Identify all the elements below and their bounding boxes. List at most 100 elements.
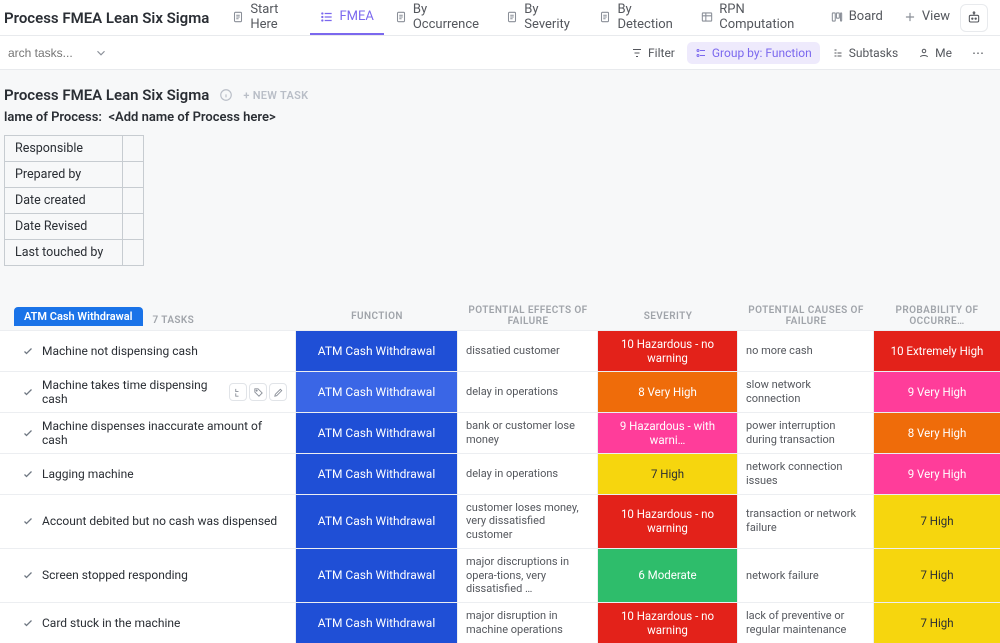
automations-button[interactable]	[960, 4, 988, 32]
process-name-value[interactable]: <Add name of Process here>	[108, 110, 275, 125]
severity-cell[interactable]: 10 Hazardous - no warning	[598, 603, 738, 643]
function-cell[interactable]: ATM Cash Withdrawal	[296, 549, 458, 602]
col-header-severity[interactable]: SEVERITY	[598, 311, 738, 322]
doc-icon	[231, 10, 245, 24]
effects-cell[interactable]: delay in operations	[458, 372, 598, 412]
causes-cell[interactable]: slow network connection	[738, 372, 874, 412]
probability-cell[interactable]: 10 Extremely High	[874, 331, 1000, 371]
table-row[interactable]: Card stuck in the machineATM Cash Withdr…	[0, 602, 1000, 643]
causes-cell[interactable]: power interruption during transaction	[738, 413, 874, 453]
info-row: Responsible	[5, 136, 144, 162]
info-value[interactable]	[123, 240, 144, 266]
info-value[interactable]	[123, 136, 144, 162]
function-cell[interactable]: ATM Cash Withdrawal	[296, 331, 458, 371]
view-tabs: Start Here FMEABy Occurrence By Severity By…	[221, 0, 960, 35]
function-cell[interactable]: ATM Cash Withdrawal	[296, 372, 458, 412]
tab-by-detection[interactable]: By Detection	[588, 0, 690, 35]
more-button[interactable]: ⋯	[964, 42, 992, 64]
task-name-cell[interactable]: Machine dispenses inaccurate amount of c…	[0, 413, 296, 453]
check-icon	[22, 468, 34, 480]
table-row[interactable]: Screen stopped respondingATM Cash Withdr…	[0, 548, 1000, 602]
effects-cell[interactable]: bank or customer lose money	[458, 413, 598, 453]
tab-label: Start Here	[250, 2, 300, 32]
col-header-function[interactable]: FUNCTION	[296, 311, 458, 322]
tab-by-occurrence[interactable]: By Occurrence	[384, 0, 495, 35]
table-row[interactable]: Machine takes time dispensing cashATM Ca…	[0, 371, 1000, 412]
probability-cell[interactable]: 8 Very High	[874, 413, 1000, 453]
effects-cell[interactable]: customer loses money, very dissatisfied …	[458, 495, 598, 548]
function-cell[interactable]: ATM Cash Withdrawal	[296, 603, 458, 643]
task-name-cell[interactable]: Account debited but no cash was dispense…	[0, 495, 296, 548]
me-label: Me	[935, 46, 952, 60]
process-name-row: lame of Process: <Add name of Process he…	[0, 110, 1000, 135]
function-cell[interactable]: ATM Cash Withdrawal	[296, 413, 458, 453]
causes-cell[interactable]: no more cash	[738, 331, 874, 371]
effects-cell[interactable]: major disruption in machine operations	[458, 603, 598, 643]
table-row[interactable]: Machine dispenses inaccurate amount of c…	[0, 412, 1000, 453]
subtask-icon[interactable]	[229, 383, 247, 401]
effects-cell[interactable]: delay in operations	[458, 454, 598, 494]
task-name-cell[interactable]: Machine takes time dispensing cash	[0, 372, 296, 412]
me-button[interactable]: Me	[910, 42, 960, 64]
info-icon[interactable]	[219, 88, 233, 102]
task-name-cell[interactable]: Screen stopped responding	[0, 549, 296, 602]
info-value[interactable]	[123, 188, 144, 214]
col-header-causes[interactable]: POTENTIAL CAUSES OF FAILURE	[738, 305, 874, 327]
new-task-button[interactable]: + NEW TASK	[243, 89, 308, 102]
causes-cell[interactable]: transaction or network failure	[738, 495, 874, 548]
info-key: Date Revised	[5, 214, 123, 240]
group-by-button[interactable]: Group by: Function	[687, 42, 820, 64]
group-chip[interactable]: ATM Cash Withdrawal	[14, 307, 143, 326]
tag-icon[interactable]	[249, 383, 267, 401]
causes-cell[interactable]: network failure	[738, 549, 874, 602]
tab-by-severity[interactable]: By Severity	[495, 0, 588, 35]
plus-icon	[903, 10, 917, 24]
tab-start-here[interactable]: Start Here	[221, 0, 310, 35]
severity-cell[interactable]: 9 Hazardous - with warni…	[598, 413, 738, 453]
function-cell[interactable]: ATM Cash Withdrawal	[296, 454, 458, 494]
col-header-probability[interactable]: PROBABILITY OF OCCURRE…	[874, 305, 1000, 327]
task-name-cell[interactable]: Machine not dispensing cash	[0, 331, 296, 371]
edit-icon[interactable]	[269, 383, 287, 401]
causes-cell[interactable]: lack of preventive or regular maintenanc…	[738, 603, 874, 643]
check-icon	[22, 427, 34, 439]
task-name: Lagging machine	[42, 467, 287, 481]
tab-fmea[interactable]: FMEA	[310, 0, 383, 35]
info-value[interactable]	[123, 214, 144, 240]
task-name-cell[interactable]: Card stuck in the machine	[0, 603, 296, 643]
toolbar: Filter Group by: Function Subtasks Me ⋯	[0, 36, 1000, 70]
task-name: Machine dispenses inaccurate amount of c…	[42, 419, 287, 447]
probability-cell[interactable]: 7 High	[874, 495, 1000, 548]
tab-view[interactable]: View	[893, 0, 960, 35]
main-content: Process FMEA Lean Six Sigma + NEW TASK l…	[0, 70, 1000, 643]
table-row[interactable]: Account debited but no cash was dispense…	[0, 494, 1000, 548]
search-input[interactable]	[8, 46, 88, 60]
filter-button[interactable]: Filter	[623, 42, 683, 64]
severity-cell[interactable]: 6 Moderate	[598, 549, 738, 602]
table-row[interactable]: Machine not dispensing cashATM Cash With…	[0, 330, 1000, 371]
doc-icon	[505, 10, 519, 24]
function-cell[interactable]: ATM Cash Withdrawal	[296, 495, 458, 548]
tab-board[interactable]: Board	[820, 0, 893, 35]
info-value[interactable]	[123, 162, 144, 188]
effects-cell[interactable]: major discruptions in opera-tions, very …	[458, 549, 598, 602]
causes-cell[interactable]: network connection issues	[738, 454, 874, 494]
check-icon	[22, 569, 34, 581]
tab-label: By Severity	[524, 2, 578, 32]
probability-cell[interactable]: 9 Very High	[874, 454, 1000, 494]
severity-cell[interactable]: 7 High	[598, 454, 738, 494]
probability-cell[interactable]: 7 High	[874, 603, 1000, 643]
chevron-down-icon[interactable]	[94, 46, 108, 60]
col-header-effects[interactable]: POTENTIAL EFFECTS OF FAILURE	[458, 305, 598, 327]
probability-cell[interactable]: 7 High	[874, 549, 1000, 602]
tab-rpn-computation[interactable]: RPN Computation	[690, 0, 819, 35]
search-wrap	[8, 46, 108, 60]
effects-cell[interactable]: dissatied customer	[458, 331, 598, 371]
probability-cell[interactable]: 9 Very High	[874, 372, 1000, 412]
task-name-cell[interactable]: Lagging machine	[0, 454, 296, 494]
subtasks-button[interactable]: Subtasks	[824, 42, 906, 64]
table-row[interactable]: Lagging machine ATM Cash Withdrawaldelay …	[0, 453, 1000, 494]
severity-cell[interactable]: 10 Hazardous - no warning	[598, 495, 738, 548]
severity-cell[interactable]: 8 Very High	[598, 372, 738, 412]
severity-cell[interactable]: 10 Hazardous - no warning	[598, 331, 738, 371]
